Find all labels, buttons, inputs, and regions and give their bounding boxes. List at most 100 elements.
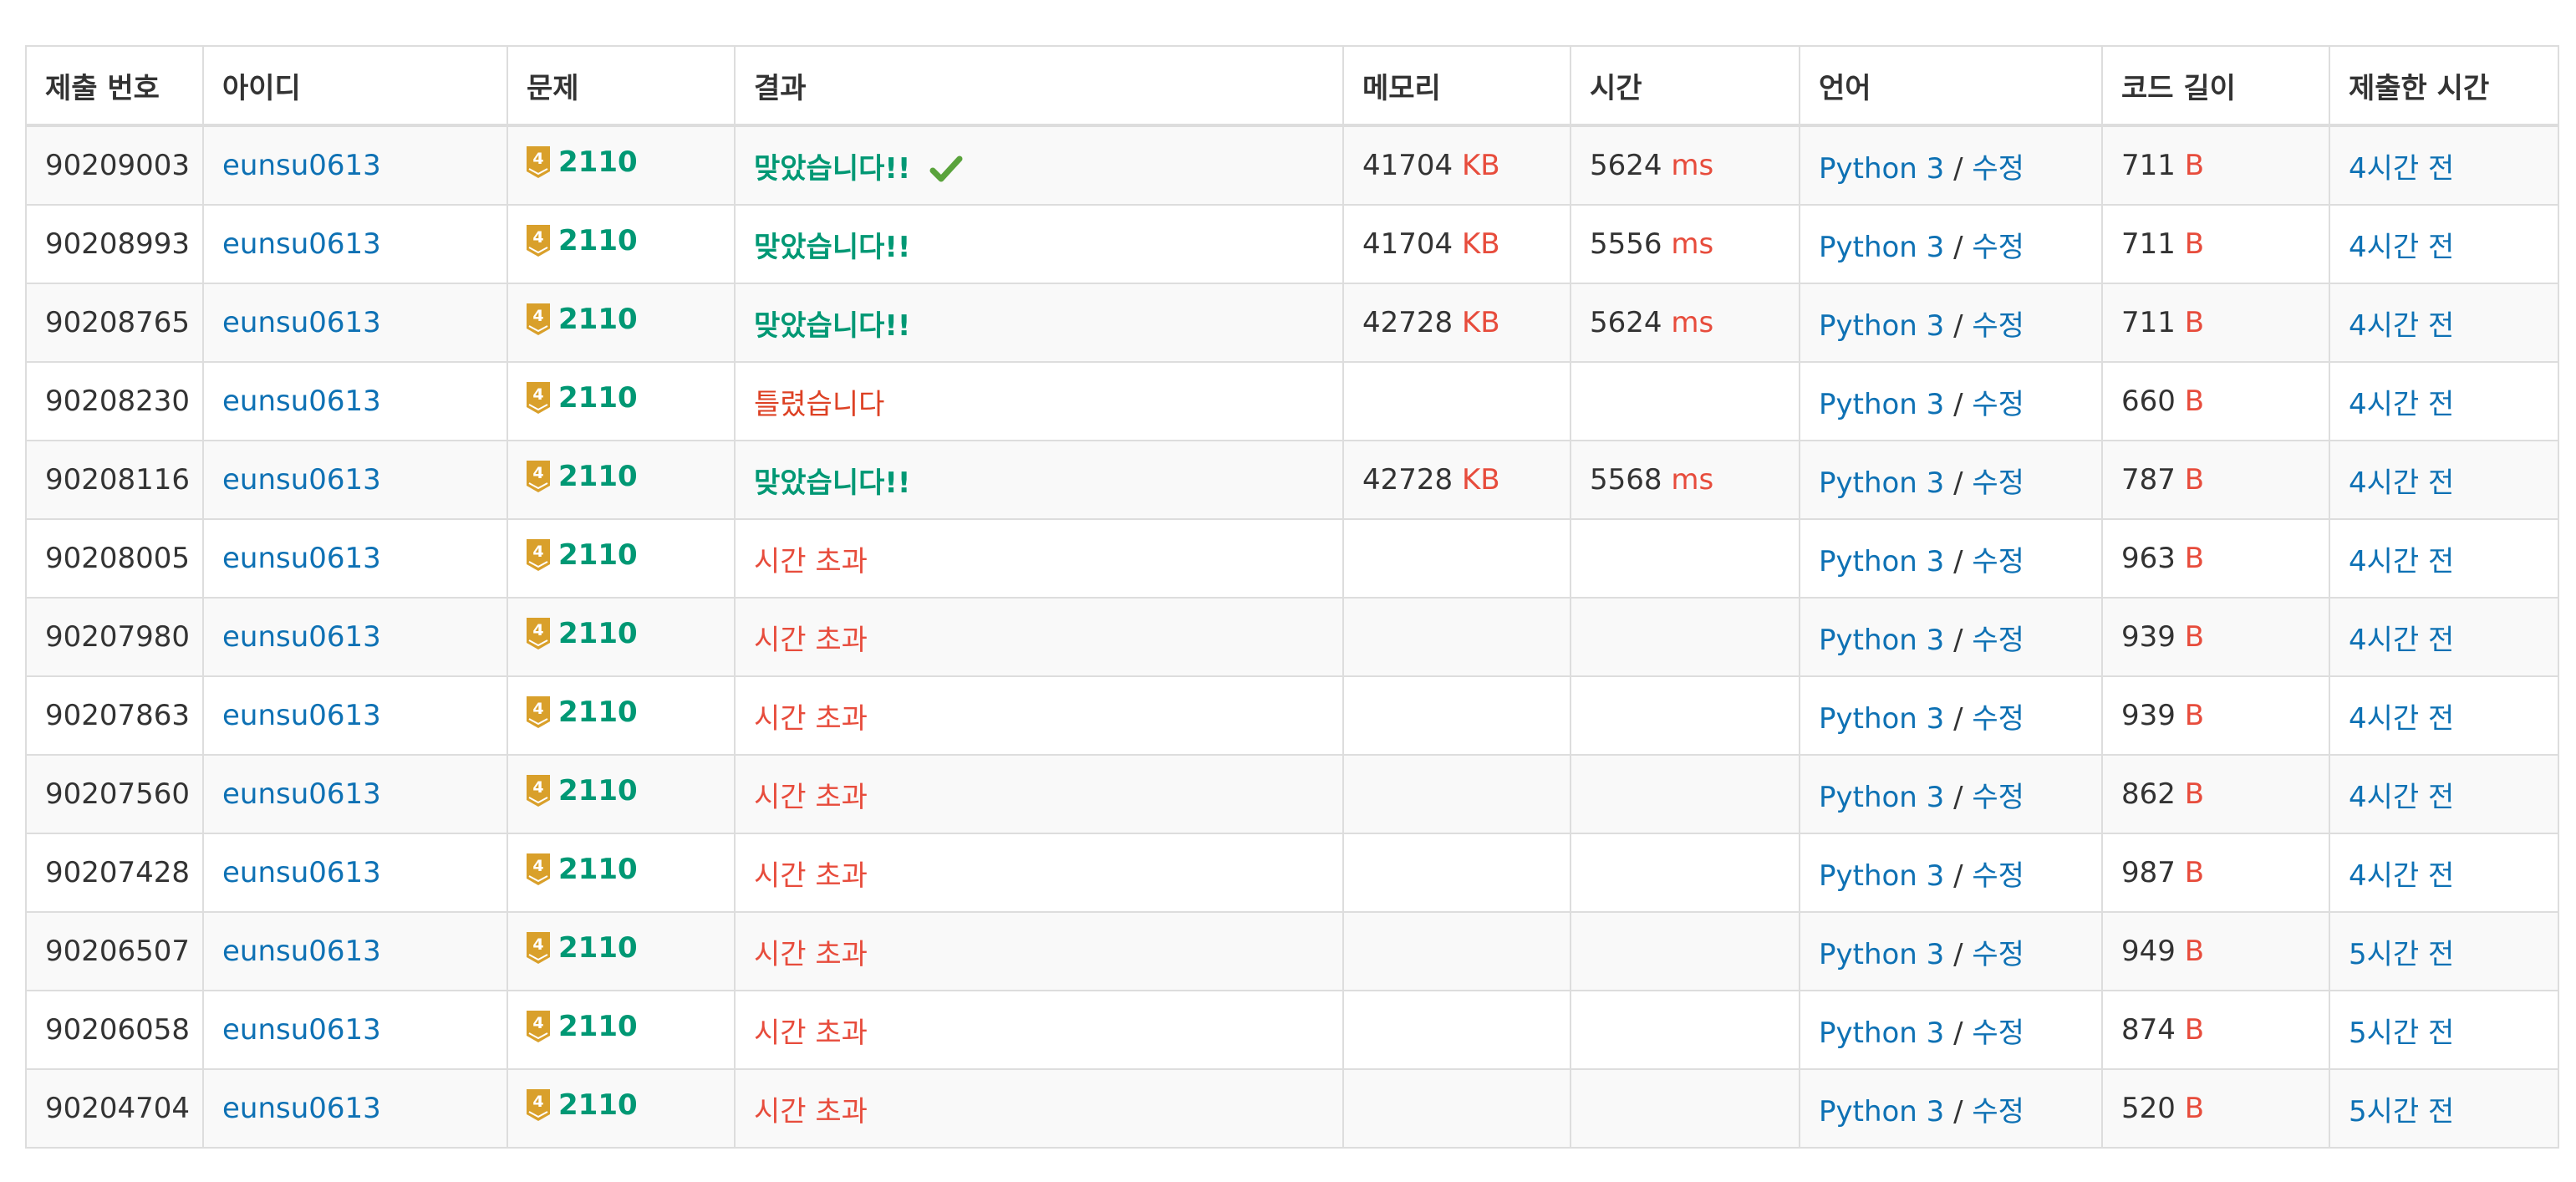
result-text: 시간 초과 bbox=[754, 780, 868, 814]
user-link[interactable]: eunsu0613 bbox=[222, 542, 381, 575]
edit-link[interactable]: 수정 bbox=[1972, 309, 2024, 343]
submitted-time-link[interactable]: 4시간 전 bbox=[2349, 545, 2454, 578]
user-link[interactable]: eunsu0613 bbox=[222, 1013, 381, 1047]
language-link[interactable]: Python 3 bbox=[1819, 388, 1944, 421]
submitted-time-cell: 5시간 전 bbox=[2329, 990, 2559, 1070]
edit-link[interactable]: 수정 bbox=[1972, 231, 2024, 264]
language-link[interactable]: Python 3 bbox=[1819, 231, 1944, 264]
problem-link[interactable]: 4 2110 bbox=[527, 1088, 638, 1122]
problem-cell: 4 2110 bbox=[507, 361, 736, 441]
time-unit: ms bbox=[1671, 306, 1714, 339]
tier-level: 4 bbox=[532, 1093, 543, 1111]
submitted-time-link[interactable]: 4시간 전 bbox=[2349, 859, 2454, 893]
problem-link[interactable]: 4 2110 bbox=[527, 617, 638, 650]
submission-id: 90208116 bbox=[45, 463, 191, 497]
user-link[interactable]: eunsu0613 bbox=[222, 620, 381, 654]
edit-link[interactable]: 수정 bbox=[1972, 152, 2024, 186]
edit-link[interactable]: 수정 bbox=[1972, 1016, 2024, 1050]
code-length-unit: B bbox=[2184, 463, 2205, 497]
edit-link[interactable]: 수정 bbox=[1972, 859, 2024, 893]
submitted-time-link[interactable]: 4시간 전 bbox=[2349, 624, 2454, 657]
code-length-cell: 963 B bbox=[2101, 518, 2330, 599]
language-link[interactable]: Python 3 bbox=[1819, 624, 1944, 657]
submitted-time-link[interactable]: 5시간 전 bbox=[2349, 938, 2454, 971]
submitted-time-link[interactable]: 4시간 전 bbox=[2349, 152, 2454, 186]
problem-link[interactable]: 4 2110 bbox=[527, 224, 638, 257]
user-link[interactable]: eunsu0613 bbox=[222, 935, 381, 968]
edit-link[interactable]: 수정 bbox=[1972, 938, 2024, 971]
code-length-value: 787 bbox=[2121, 463, 2176, 497]
submitted-time-cell: 4시간 전 bbox=[2329, 754, 2559, 834]
submitted-time-cell: 5시간 전 bbox=[2329, 1068, 2559, 1149]
problem-link[interactable]: 4 2110 bbox=[527, 145, 638, 179]
language-link[interactable]: Python 3 bbox=[1819, 781, 1944, 814]
language-link[interactable]: Python 3 bbox=[1819, 152, 1944, 186]
user-link[interactable]: eunsu0613 bbox=[222, 777, 381, 811]
submitted-time-link[interactable]: 5시간 전 bbox=[2349, 1095, 2454, 1129]
problem-cell: 4 2110 bbox=[507, 754, 736, 834]
user-link[interactable]: eunsu0613 bbox=[222, 227, 381, 261]
user-cell: eunsu0613 bbox=[202, 754, 508, 834]
submission-id-cell: 90208005 bbox=[25, 518, 204, 599]
memory-cell bbox=[1342, 833, 1571, 913]
edit-link[interactable]: 수정 bbox=[1972, 702, 2024, 736]
user-link[interactable]: eunsu0613 bbox=[222, 385, 381, 418]
submitted-time-link[interactable]: 4시간 전 bbox=[2349, 388, 2454, 421]
user-link[interactable]: eunsu0613 bbox=[222, 1092, 381, 1125]
language-link[interactable]: Python 3 bbox=[1819, 702, 1944, 736]
language-link[interactable]: Python 3 bbox=[1819, 1016, 1944, 1050]
submitted-time-link[interactable]: 4시간 전 bbox=[2349, 781, 2454, 814]
language-link[interactable]: Python 3 bbox=[1819, 309, 1944, 343]
user-cell: eunsu0613 bbox=[202, 283, 508, 363]
problem-number: 2110 bbox=[558, 1088, 638, 1122]
table-row: 90206507 eunsu0613 4 2110 시간 초과 Python 3 bbox=[25, 911, 2559, 991]
time-cell: 5568 ms bbox=[1570, 440, 1800, 520]
edit-link[interactable]: 수정 bbox=[1972, 545, 2024, 578]
submitted-time-link[interactable]: 5시간 전 bbox=[2349, 1016, 2454, 1050]
user-cell: eunsu0613 bbox=[202, 990, 508, 1070]
table-row: 90207980 eunsu0613 4 2110 시간 초과 Python 3 bbox=[25, 597, 2559, 677]
problem-link[interactable]: 4 2110 bbox=[527, 1010, 638, 1043]
problem-link[interactable]: 4 2110 bbox=[527, 381, 638, 415]
user-link[interactable]: eunsu0613 bbox=[222, 856, 381, 889]
code-length-cell: 987 B bbox=[2101, 833, 2330, 913]
problem-link[interactable]: 4 2110 bbox=[527, 853, 638, 886]
edit-link[interactable]: 수정 bbox=[1972, 388, 2024, 421]
submitted-time-link[interactable]: 4시간 전 bbox=[2349, 466, 2454, 500]
edit-link[interactable]: 수정 bbox=[1972, 466, 2024, 500]
language-link[interactable]: Python 3 bbox=[1819, 466, 1944, 500]
table-row: 90206058 eunsu0613 4 2110 시간 초과 Python 3 bbox=[25, 990, 2559, 1070]
table-header-row: 제출 번호 아이디 문제 결과 메모리 시간 언어 코드 길이 제출한 시간 bbox=[25, 45, 2559, 127]
problem-link[interactable]: 4 2110 bbox=[527, 931, 638, 965]
user-link[interactable]: eunsu0613 bbox=[222, 463, 381, 497]
language-link[interactable]: Python 3 bbox=[1819, 938, 1944, 971]
time-cell: 5624 ms bbox=[1570, 125, 1800, 206]
memory-value: 41704 bbox=[1362, 149, 1453, 182]
submitted-time-link[interactable]: 4시간 전 bbox=[2349, 702, 2454, 736]
tier-level: 4 bbox=[532, 150, 543, 168]
result-cell: 시간 초과 bbox=[734, 911, 1344, 991]
time-value: 5624 bbox=[1590, 149, 1662, 182]
gold-tier-4-badge-icon: 4 bbox=[527, 1011, 550, 1042]
user-link[interactable]: eunsu0613 bbox=[222, 699, 381, 732]
problem-link[interactable]: 4 2110 bbox=[527, 538, 638, 572]
edit-link[interactable]: 수정 bbox=[1972, 781, 2024, 814]
problem-number: 2110 bbox=[558, 1010, 638, 1043]
time-cell bbox=[1570, 1068, 1800, 1149]
table-row: 90208230 eunsu0613 4 2110 틀렸습니다 Python 3 bbox=[25, 361, 2559, 441]
problem-link[interactable]: 4 2110 bbox=[527, 460, 638, 493]
result-cell: 시간 초과 bbox=[734, 990, 1344, 1070]
user-link[interactable]: eunsu0613 bbox=[222, 149, 381, 182]
time-cell: 5624 ms bbox=[1570, 283, 1800, 363]
problem-link[interactable]: 4 2110 bbox=[527, 695, 638, 729]
edit-link[interactable]: 수정 bbox=[1972, 624, 2024, 657]
submitted-time-link[interactable]: 4시간 전 bbox=[2349, 231, 2454, 264]
edit-link[interactable]: 수정 bbox=[1972, 1095, 2024, 1129]
problem-link[interactable]: 4 2110 bbox=[527, 303, 638, 336]
submitted-time-link[interactable]: 4시간 전 bbox=[2349, 309, 2454, 343]
language-link[interactable]: Python 3 bbox=[1819, 859, 1944, 893]
problem-link[interactable]: 4 2110 bbox=[527, 774, 638, 808]
user-link[interactable]: eunsu0613 bbox=[222, 306, 381, 339]
language-link[interactable]: Python 3 bbox=[1819, 1095, 1944, 1129]
language-link[interactable]: Python 3 bbox=[1819, 545, 1944, 578]
